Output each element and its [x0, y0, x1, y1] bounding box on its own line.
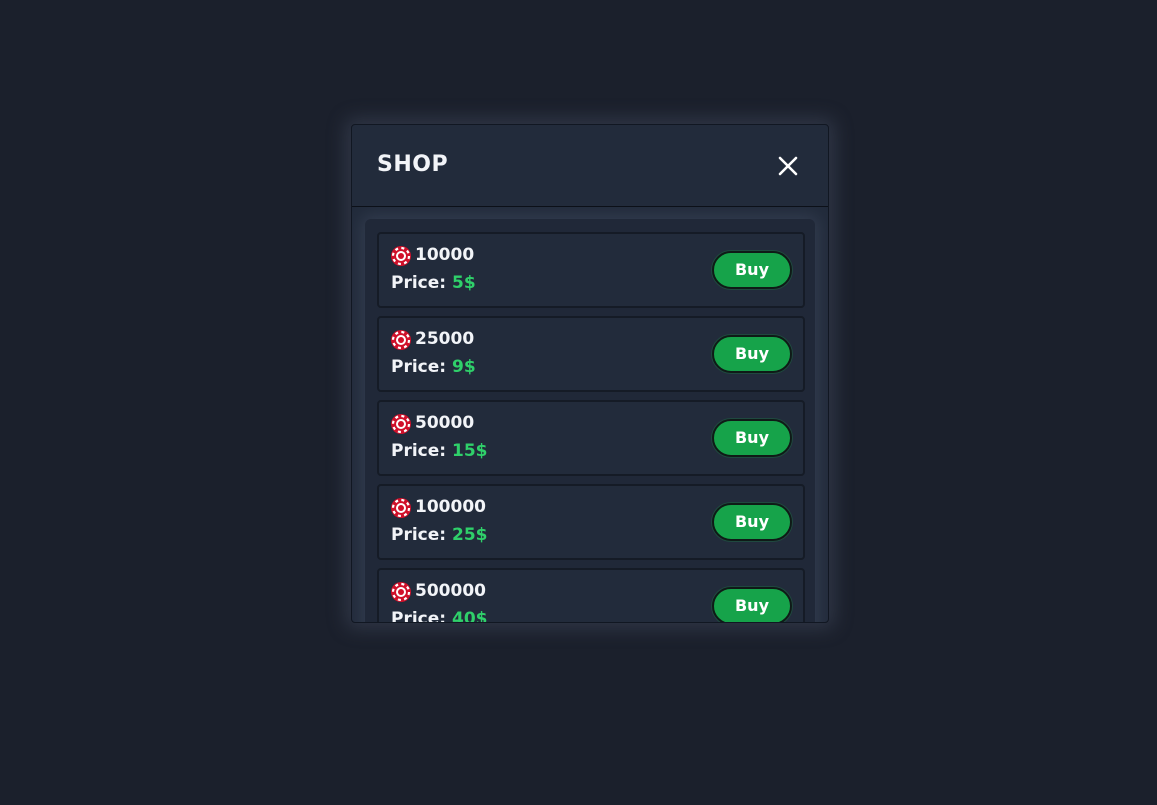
price-row: Price: 25$ [391, 525, 488, 545]
shop-item-list-container[interactable]: 10000 Price: 5$ Buy 25000 Price: 9$ Buy … [352, 207, 828, 622]
buy-button[interactable]: Buy [712, 419, 792, 457]
price-value: 40$ [452, 609, 488, 622]
price-row: Price: 15$ [391, 441, 488, 461]
price-label: Price: [391, 525, 447, 545]
chip-amount: 500000 [415, 581, 486, 601]
poker-chip-icon [391, 246, 411, 266]
chip-amount: 25000 [415, 329, 475, 349]
modal-header: SHOP [352, 125, 828, 207]
buy-button[interactable]: Buy [712, 503, 792, 541]
poker-chip-icon [391, 414, 411, 434]
buy-button[interactable]: Buy [712, 587, 792, 622]
price-value: 15$ [452, 441, 488, 461]
chip-amount: 50000 [415, 413, 475, 433]
price-row: Price: 9$ [391, 357, 476, 377]
close-button[interactable] [776, 154, 800, 178]
chip-amount: 10000 [415, 245, 475, 265]
chip-amount: 100000 [415, 497, 486, 517]
buy-button[interactable]: Buy [712, 335, 792, 373]
poker-chip-icon [391, 582, 411, 602]
price-label: Price: [391, 357, 447, 377]
shop-item: 25000 Price: 9$ Buy [377, 316, 805, 392]
price-value: 9$ [452, 357, 476, 377]
shop-item: 500000 Price: 40$ Buy [377, 568, 805, 622]
close-icon [778, 156, 798, 176]
modal-title: SHOP [377, 152, 449, 177]
poker-chip-icon [391, 330, 411, 350]
price-value: 25$ [452, 525, 488, 545]
price-row: Price: 40$ [391, 609, 488, 622]
poker-chip-icon [391, 498, 411, 518]
shop-item: 50000 Price: 15$ Buy [377, 400, 805, 476]
price-label: Price: [391, 609, 447, 622]
shop-item-list: 10000 Price: 5$ Buy 25000 Price: 9$ Buy … [377, 232, 805, 622]
price-label: Price: [391, 441, 447, 461]
shop-item: 100000 Price: 25$ Buy [377, 484, 805, 560]
shop-item: 10000 Price: 5$ Buy [377, 232, 805, 308]
buy-button[interactable]: Buy [712, 251, 792, 289]
price-row: Price: 5$ [391, 273, 476, 293]
shop-modal: SHOP 10000 Price: 5$ Buy 25000 Price: 9$… [351, 124, 829, 623]
price-label: Price: [391, 273, 447, 293]
price-value: 5$ [452, 273, 476, 293]
